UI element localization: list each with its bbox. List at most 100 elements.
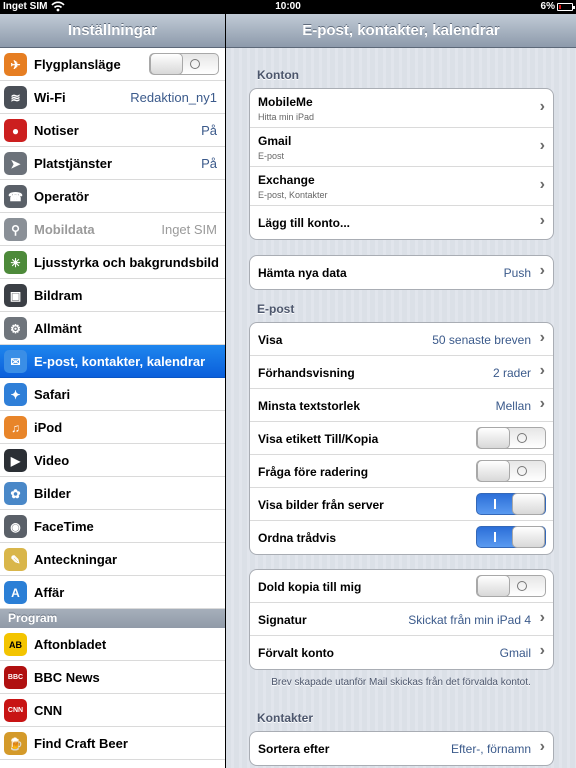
row-minsta-textstorlek[interactable]: Minsta textstorlek Mellan › bbox=[250, 389, 553, 422]
sidebar-item-label: Allmänt bbox=[34, 321, 82, 336]
chevron-right-icon: › bbox=[539, 329, 545, 346]
row-visa-etikett-till-kopia: Visa etikett Till/Kopia bbox=[250, 422, 553, 455]
chevron-right-icon: › bbox=[539, 362, 545, 379]
visa-bilder-fran-server-toggle[interactable] bbox=[476, 493, 546, 515]
row-visa[interactable]: Visa 50 senaste breven › bbox=[250, 323, 553, 356]
row-value: 2 rader bbox=[492, 366, 531, 380]
row-value: Skickat från min iPad 4 bbox=[408, 613, 531, 627]
battery-icon bbox=[557, 3, 575, 11]
sidebar-item-ipod[interactable]: ♫ iPod bbox=[0, 411, 225, 444]
airplane-icon: ✈ bbox=[4, 53, 27, 76]
row-label: Förhandsvisning bbox=[258, 366, 355, 380]
sidebar-item-label: Ljusstyrka och bakgrundsbild bbox=[34, 255, 219, 270]
sidebar-item-flygplanslage[interactable]: ✈ Flygplansläge bbox=[0, 48, 225, 81]
sidebar-item-label: Bildram bbox=[34, 288, 83, 303]
row-value: Push bbox=[503, 266, 531, 280]
row-label: Förvalt konto bbox=[258, 646, 335, 660]
chevron-right-icon: › bbox=[539, 137, 545, 154]
row-label: Visa bilder från server bbox=[258, 498, 384, 512]
sidebar-item-value: På bbox=[201, 123, 217, 138]
phone-icon: ☎ bbox=[4, 185, 27, 208]
chevron-right-icon: › bbox=[539, 395, 545, 412]
sidebar-item-label: Video bbox=[34, 453, 70, 468]
sidebar-item-label: Wi-Fi bbox=[34, 90, 66, 105]
sidebar-item-value: Redaktion_ny1 bbox=[130, 90, 217, 105]
wifi-icon: ≋ bbox=[4, 86, 27, 109]
sidebar-item-video[interactable]: ▶ Video bbox=[0, 444, 225, 477]
chevron-right-icon: › bbox=[539, 642, 545, 659]
sidebar-item-aftonbladet[interactable]: AB Aftonbladet bbox=[0, 628, 225, 661]
sidebar-item-label: Operatör bbox=[34, 189, 89, 204]
row-value: 50 senaste breven bbox=[432, 333, 531, 347]
sidebar-item-mobildata[interactable]: ⚲ Mobildata Inget SIM bbox=[0, 213, 225, 246]
video-icon: ▶ bbox=[4, 449, 27, 472]
ordna-tradvis-toggle[interactable] bbox=[476, 526, 546, 548]
row-mobileme[interactable]: MobileMe Hitta min iPad › bbox=[250, 89, 553, 128]
row-label: Hämta nya data bbox=[258, 266, 347, 280]
row-label: MobileMe bbox=[258, 95, 313, 109]
row-forhandsvisning[interactable]: Förhandsvisning 2 rader › bbox=[250, 356, 553, 389]
sidebar-item-label: iPod bbox=[34, 420, 63, 435]
row-forvalt-konto[interactable]: Förvalt konto Gmail › bbox=[250, 636, 553, 669]
row-exchange[interactable]: Exchange E-post, Kontakter › bbox=[250, 167, 553, 206]
row-label: Signatur bbox=[258, 613, 307, 627]
fetch-group: Hämta nya data Push › bbox=[249, 255, 554, 290]
row-signatur[interactable]: Signatur Skickat från min iPad 4 › bbox=[250, 603, 553, 636]
gear-icon: ⚙ bbox=[4, 317, 27, 340]
chevron-right-icon: › bbox=[539, 212, 545, 229]
sidebar-item-anteckningar[interactable]: ✎ Anteckningar bbox=[0, 543, 225, 576]
sidebar-item-facetime[interactable]: ◉ FaceTime bbox=[0, 510, 225, 543]
row-subtitle: E-post, Kontakter bbox=[258, 190, 328, 200]
sidebar-item-label: BBC News bbox=[34, 670, 100, 685]
row-subtitle: E-post bbox=[258, 151, 285, 161]
settings-navbar: Inställningar bbox=[0, 14, 225, 48]
sidebar-item-cnn[interactable]: CNN CNN bbox=[0, 694, 225, 727]
row-visa-bilder-fran-server: Visa bilder från server bbox=[250, 488, 553, 521]
sidebar-item-label: CNN bbox=[34, 703, 63, 718]
row-value: Mellan bbox=[495, 399, 531, 413]
sidebar-item-platstjanster[interactable]: ➤ Platstjänster På bbox=[0, 147, 225, 180]
row-label: Dold kopia till mig bbox=[258, 580, 362, 594]
sidebar-item-notiser[interactable]: ● Notiser På bbox=[0, 114, 225, 147]
sidebar-item-wi-fi[interactable]: ≋ Wi-Fi Redaktion_ny1 bbox=[0, 81, 225, 114]
sidebar-item-bildram[interactable]: ▣ Bildram bbox=[0, 279, 225, 312]
sidebar-item-label: Find Craft Beer bbox=[34, 736, 128, 751]
sidebar-item-ljusstyrka-och-bakgrundsbild[interactable]: ☀ Ljusstyrka och bakgrundsbild bbox=[0, 246, 225, 279]
chevron-right-icon: › bbox=[539, 176, 545, 193]
airplane-mode-toggle[interactable] bbox=[149, 53, 219, 75]
row-label: Exchange bbox=[258, 173, 315, 187]
fraga-fore-radering-toggle[interactable] bbox=[476, 460, 546, 482]
dold-kopia-till-mig-toggle[interactable] bbox=[476, 575, 546, 597]
sidebar-item-e-post-kontakter-kalendrar[interactable]: ✉ E-post, kontakter, kalendrar bbox=[0, 345, 225, 378]
sidebar-item-operator[interactable]: ☎ Operatör bbox=[0, 180, 225, 213]
detail-navbar: E-post, kontakter, kalendrar bbox=[226, 14, 576, 48]
sidebar-item-label: Flygplansläge bbox=[34, 57, 121, 72]
row-value: Efter-, förnamn bbox=[450, 742, 531, 756]
row-hamta-nya-data[interactable]: Hämta nya data Push › bbox=[250, 256, 553, 289]
sidebar-item-bilder[interactable]: ✿ Bilder bbox=[0, 477, 225, 510]
visa-etikett-till-kopia-toggle[interactable] bbox=[476, 427, 546, 449]
chevron-right-icon: › bbox=[539, 262, 545, 279]
row-label: Lägg till konto... bbox=[258, 216, 350, 230]
facetime-icon: ◉ bbox=[4, 515, 27, 538]
row-sortera-efter[interactable]: Sortera efter Efter-, förnamn › bbox=[250, 732, 553, 765]
row-lagg-till-konto[interactable]: Lägg till konto... › bbox=[250, 206, 553, 239]
sidebar-item-affar[interactable]: A Affär bbox=[0, 576, 225, 609]
sidebar-item-label: Anteckningar bbox=[34, 552, 118, 567]
picture-frame-icon: ▣ bbox=[4, 284, 27, 307]
chevron-right-icon: › bbox=[539, 738, 545, 755]
sidebar-item-find-craft-beer[interactable]: 🍺 Find Craft Beer bbox=[0, 727, 225, 760]
status-bar: Inget SIM 10:00 6% bbox=[0, 0, 576, 14]
sidebar-item-safari[interactable]: ✦ Safari bbox=[0, 378, 225, 411]
sidebar-item-label: Notiser bbox=[34, 123, 79, 138]
sidebar-item-allmant[interactable]: ⚙ Allmänt bbox=[0, 312, 225, 345]
section-header-program: Program bbox=[0, 609, 225, 628]
sidebar-item-bbc-news[interactable]: BBC BBC News bbox=[0, 661, 225, 694]
sidebar-item-label: Bilder bbox=[34, 486, 71, 501]
row-label: Ordna trådvis bbox=[258, 531, 337, 545]
row-gmail[interactable]: Gmail E-post › bbox=[250, 128, 553, 167]
accounts-group: MobileMe Hitta min iPad › Gmail E-post › Excha… bbox=[249, 88, 554, 240]
notes-icon: ✎ bbox=[4, 548, 27, 571]
row-label: Gmail bbox=[258, 134, 292, 148]
section-header-contacts: Kontakter bbox=[257, 711, 314, 725]
